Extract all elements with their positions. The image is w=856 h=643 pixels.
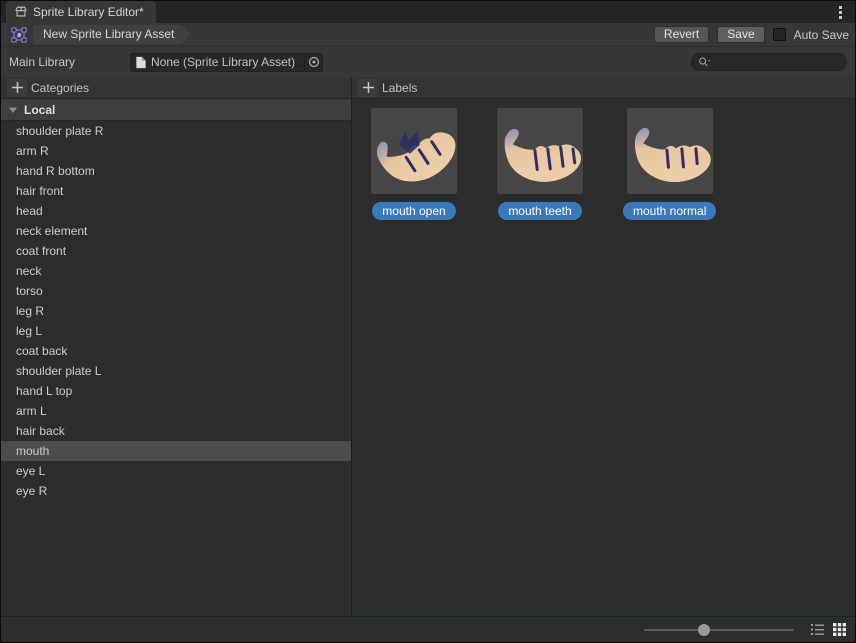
sprite-library-editor-window: Sprite Library Editor* New Sprite Librar…	[0, 0, 856, 643]
categories-header: Categories	[1, 77, 352, 98]
main-area: Local shoulder plate Rarm Rhand R bottom…	[1, 99, 855, 616]
category-item[interactable]: hair back	[1, 421, 351, 441]
sprite-cell: mouth normal	[623, 108, 716, 220]
category-item[interactable]: arm R	[1, 141, 351, 161]
list-view-icon[interactable]	[809, 621, 826, 638]
category-item[interactable]: shoulder plate R	[1, 121, 351, 141]
foldout-triangle-icon	[8, 105, 18, 115]
search-field[interactable]	[691, 53, 847, 71]
jaw-normal-sprite[interactable]	[627, 108, 713, 194]
revert-button[interactable]: Revert	[654, 26, 709, 43]
main-library-label: Main Library	[9, 55, 75, 69]
category-item[interactable]: hair front	[1, 181, 351, 201]
main-library-row: Main Library None (Sprite Library Asset)	[1, 47, 855, 77]
labels-panel: mouth open mouth teeth mouth normal	[352, 99, 855, 616]
jaw-open-sprite[interactable]	[371, 108, 457, 194]
category-item[interactable]: neck element	[1, 221, 351, 241]
auto-save-label: Auto Save	[794, 28, 849, 42]
search-icon	[698, 56, 711, 68]
grid-view-icon[interactable]	[831, 621, 848, 638]
category-item[interactable]: torso	[1, 281, 351, 301]
breadcrumb-label: New Sprite Library Asset	[43, 27, 174, 41]
save-button[interactable]: Save	[717, 26, 764, 43]
labels-header: Labels	[352, 77, 855, 98]
categories-panel: Local shoulder plate Rarm Rhand R bottom…	[1, 99, 352, 616]
add-category-button[interactable]	[7, 79, 27, 97]
sprite-asset-icon	[11, 27, 27, 43]
sprite-label-pill[interactable]: mouth open	[372, 202, 455, 220]
labels-title: Labels	[382, 81, 417, 95]
category-item[interactable]: coat back	[1, 341, 351, 361]
category-item[interactable]: hand R bottom	[1, 161, 351, 181]
category-list: shoulder plate Rarm Rhand R bottomhair f…	[1, 121, 351, 501]
sprite-cell: mouth open	[371, 108, 457, 220]
breadcrumb[interactable]: New Sprite Library Asset	[33, 25, 190, 44]
toolbar: New Sprite Library Asset Revert Save Aut…	[1, 23, 855, 47]
local-foldout[interactable]: Local	[1, 99, 351, 121]
slider-track[interactable]	[644, 629, 794, 631]
library-box-icon	[14, 5, 28, 19]
local-group-label: Local	[24, 103, 55, 117]
category-item[interactable]: hand L top	[1, 381, 351, 401]
thumbnail-zoom-slider[interactable]	[644, 623, 794, 637]
main-library-object-field[interactable]: None (Sprite Library Asset)	[130, 53, 323, 72]
tab-title: Sprite Library Editor*	[33, 5, 144, 19]
category-item[interactable]: leg R	[1, 301, 351, 321]
auto-save-checkbox[interactable]	[773, 28, 786, 41]
jaw-teeth-sprite[interactable]	[497, 108, 583, 194]
window-tab-bar: Sprite Library Editor*	[1, 1, 855, 23]
category-item[interactable]: arm L	[1, 401, 351, 421]
add-label-button[interactable]	[358, 79, 378, 97]
category-item[interactable]: head	[1, 201, 351, 221]
object-field-value: None (Sprite Library Asset)	[151, 55, 304, 69]
slider-knob[interactable]	[698, 624, 710, 636]
window-menu-icon[interactable]	[833, 4, 847, 20]
sprite-label-pill[interactable]: mouth teeth	[498, 202, 581, 220]
label-grid: mouth open mouth teeth mouth normal	[371, 108, 756, 220]
asset-page-icon	[135, 56, 147, 69]
object-picker-icon[interactable]	[304, 54, 322, 71]
category-item[interactable]: leg L	[1, 321, 351, 341]
sprite-cell: mouth teeth	[497, 108, 583, 220]
category-item[interactable]: eye L	[1, 461, 351, 481]
category-item[interactable]: neck	[1, 261, 351, 281]
category-item[interactable]: coat front	[1, 241, 351, 261]
category-item[interactable]: mouth	[1, 441, 351, 461]
sprite-label-pill[interactable]: mouth normal	[623, 202, 716, 220]
category-item[interactable]: eye R	[1, 481, 351, 501]
panel-headers: Categories Labels	[1, 77, 855, 99]
bottom-bar	[1, 616, 855, 642]
search-input[interactable]	[711, 55, 840, 69]
category-item[interactable]: shoulder plate L	[1, 361, 351, 381]
tab-sprite-library-editor[interactable]: Sprite Library Editor*	[6, 1, 156, 23]
categories-title: Categories	[31, 81, 89, 95]
